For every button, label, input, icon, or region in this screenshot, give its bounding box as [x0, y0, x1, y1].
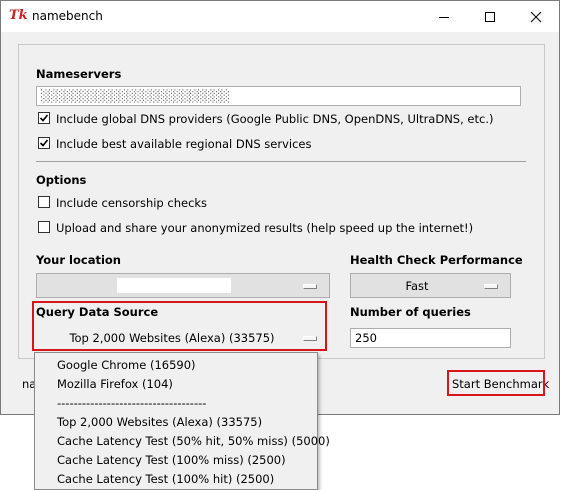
query-source-dropdown: Google Chrome (16590) Mozilla Firefox (1…: [34, 352, 330, 490]
queries-input[interactable]: 250: [350, 328, 511, 348]
minimize-icon: [439, 16, 449, 18]
window-title: namebench: [32, 9, 103, 23]
dropdown-item[interactable]: Mozilla Firefox (104): [57, 377, 173, 391]
censorship-checkbox[interactable]: [38, 196, 50, 208]
query-source-highlight: [32, 301, 327, 351]
health-value: Fast: [405, 279, 429, 293]
dropdown-separator: ------------------------------------: [57, 396, 207, 410]
menu-indicator-icon: [303, 284, 317, 289]
nameservers-heading: Nameservers: [36, 67, 122, 81]
maximize-button[interactable]: [467, 1, 513, 32]
censorship-label: Include censorship checks: [56, 196, 208, 210]
menu-indicator-icon: [484, 284, 498, 289]
dropdown-item[interactable]: Cache Latency Test (50% hit, 50% miss) (…: [57, 434, 330, 448]
nameservers-input[interactable]: ░░░░░░░░░░░░░░░░░░░░░░░░: [36, 86, 521, 106]
location-value-box: [117, 278, 231, 293]
minimize-button[interactable]: [421, 1, 467, 32]
dropdown-item[interactable]: Top 2,000 Websites (Alexa) (33575): [57, 415, 262, 429]
checkmark-icon: [39, 139, 49, 147]
dropdown-item[interactable]: Cache Latency Test (100% miss) (2500): [57, 453, 286, 467]
title-bar: Tk namebench: [1, 1, 559, 32]
location-select[interactable]: [36, 273, 330, 298]
close-icon: [530, 11, 542, 22]
health-heading: Health Check Performance: [350, 253, 523, 267]
regional-dns-checkbox[interactable]: [38, 137, 50, 149]
global-dns-label: Include global DNS providers (Google Pub…: [56, 112, 494, 126]
dropdown-item[interactable]: Google Chrome (16590): [57, 358, 196, 372]
queries-heading: Number of queries: [350, 305, 471, 319]
location-heading: Your location: [36, 253, 121, 267]
upload-checkbox[interactable]: [38, 221, 50, 233]
global-dns-checkbox[interactable]: [38, 112, 50, 124]
start-button-highlight: [447, 370, 545, 396]
tk-icon: Tk: [9, 8, 28, 23]
health-select[interactable]: Fast: [350, 273, 511, 298]
dropdown-item[interactable]: Cache Latency Test (100% hit) (2500): [57, 472, 274, 486]
options-heading: Options: [36, 173, 87, 187]
maximize-icon: [485, 11, 495, 22]
close-button[interactable]: [513, 1, 559, 32]
separator: [36, 161, 526, 162]
checkmark-icon: [39, 114, 49, 122]
regional-dns-label: Include best available regional DNS serv…: [56, 137, 312, 151]
upload-label: Upload and share your anonymized results…: [56, 221, 474, 235]
